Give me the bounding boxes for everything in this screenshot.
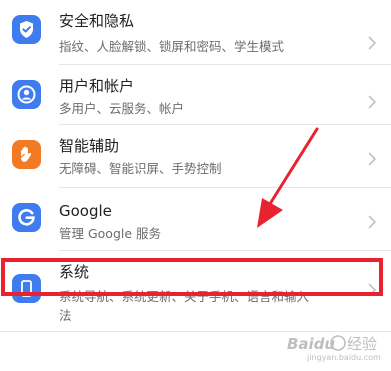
item-subtitle-line2: 法 [59, 308, 72, 323]
chevron-right-icon [368, 215, 376, 229]
item-subtitle-line1: 系统导航、系统更新、关于手机、语言和输入 [59, 289, 310, 304]
settings-item-users-accounts[interactable]: 用户和帐户 多用户、云服务、帐户 [0, 65, 391, 125]
chevron-right-icon [368, 36, 376, 50]
item-title: 智能辅助 [59, 137, 120, 155]
item-subtitle: 无障碍、智能识屏、手势控制 [59, 161, 222, 176]
item-subtitle: 多用户、云服务、帐户 [59, 101, 185, 116]
settings-item-smart-assist[interactable]: 智能辅助 无障碍、智能识屏、手势控制 [0, 125, 391, 188]
shield-check-icon [12, 15, 41, 44]
settings-item-system[interactable]: 系统 系统导航、系统更新、关于手机、语言和输入 法 [0, 251, 391, 323]
chevron-right-icon [368, 95, 376, 109]
google-g-icon [12, 203, 41, 232]
chevron-right-icon [368, 152, 376, 166]
item-title: Google [59, 202, 112, 220]
item-subtitle: 指纹、人脸解锁、锁屏和密码、学生模式 [59, 39, 285, 54]
chevron-right-icon [368, 283, 376, 297]
item-title: 用户和帐户 [59, 77, 135, 95]
item-title: 系统 [59, 263, 90, 281]
watermark-text: 经验 [347, 335, 377, 353]
item-subtitle: 管理 Google 服务 [59, 226, 162, 241]
hand-icon [12, 140, 41, 169]
item-title: 安全和隐私 [59, 12, 135, 30]
system-phone-icon [12, 274, 41, 303]
user-account-icon [12, 80, 41, 109]
watermark-brand: Baidu [287, 335, 335, 353]
settings-item-security-privacy[interactable]: 安全和隐私 指纹、人脸解锁、锁屏和密码、学生模式 [0, 0, 391, 66]
baidu-watermark-logo: Baidu 经验 jingyan.baidu.com [287, 335, 381, 362]
settings-item-google[interactable]: Google 管理 Google 服务 [0, 188, 391, 251]
watermark-url: jingyan.baidu.com [306, 353, 381, 362]
settings-page: 安全和隐私 指纹、人脸解锁、锁屏和密码、学生模式 用户和帐户 多用户、云服务、帐… [0, 0, 391, 371]
